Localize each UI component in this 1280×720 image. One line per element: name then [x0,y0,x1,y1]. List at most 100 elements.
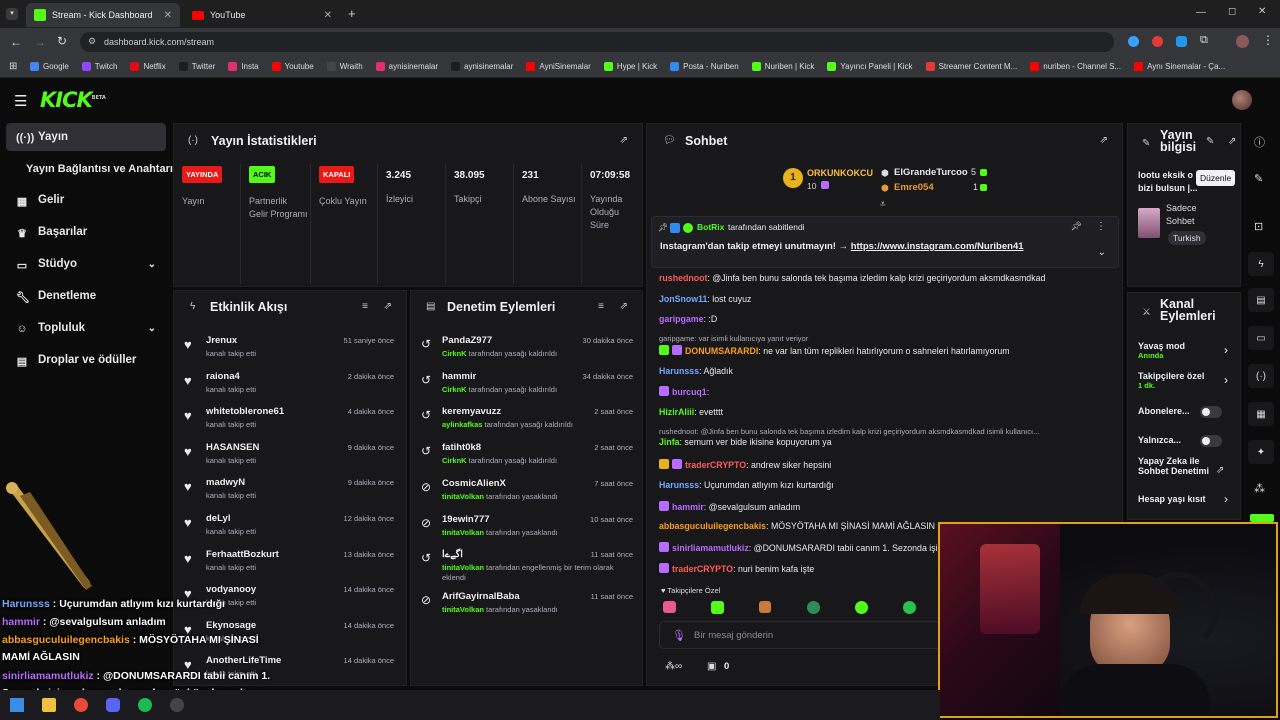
emote-icon[interactable] [663,601,676,613]
chat-username[interactable]: HizirAliii [659,407,694,417]
expand-leaderboard-icon[interactable]: ⩡ [880,199,886,210]
bookmark-item[interactable]: aynisinemalar [375,62,438,71]
activity-row[interactable]: ♥ madwyN kanalı takip etti 9 dakika önce [174,471,406,505]
top2-name[interactable]: ElGrandeTurcoo [894,167,968,178]
tab-search-icon[interactable]: ▾ [6,8,18,20]
bookmark-item[interactable]: nuriben - Channel S... [1030,62,1121,71]
bookmark-item[interactable]: Streamer Content M... [925,62,1017,71]
chat-message[interactable]: burcuq1: [659,386,709,397]
bookmark-item[interactable]: Insta [228,62,259,71]
close-tab-icon[interactable]: ✕ [324,10,332,21]
sidebar-item-stream-key[interactable]: Yayın Bağlantısı ve Anahtarı [6,155,176,183]
obs-icon[interactable] [170,698,184,712]
unpin-icon[interactable]: 📌︎ [1071,221,1082,232]
sidebar-item-denetleme[interactable]: 🔧︎ Denetleme [6,282,166,310]
chat-username[interactable]: sinirliamamutlukiz [672,543,749,553]
bookmark-item[interactable]: Twitter [178,62,215,71]
emote-icon[interactable] [807,601,820,614]
chat-message[interactable]: Harunsss: Uçurumdan atlıyım kızı kurtard… [659,480,834,490]
chat-username[interactable]: DONUMSARARDI [685,346,758,356]
followers-only-action[interactable]: Takipçilere özel 1 dk. › [1138,371,1238,390]
emote-icon[interactable] [903,601,916,614]
edit-pencil-icon[interactable]: ✎ [1254,172,1263,185]
chat-message[interactable]: rushednoot: @Jinfa ben bunu salonda tek … [659,273,1045,283]
user-avatar[interactable] [1232,90,1252,110]
bookmark-item[interactable]: Youtube [271,62,314,71]
edit-pencil-icon[interactable]: ✎ [1206,136,1214,147]
sidebar-item-droplar[interactable]: ▤ Droplar ve ödüller [6,346,166,374]
activity-row[interactable]: ♥ whitetoblerone61 kanalı takip etti 4 daki… [174,400,406,434]
category-name[interactable]: Sadece Sohbet [1166,202,1216,228]
sidebar-item-studyo[interactable]: ▭ Stüdyo ⌄ [6,250,166,278]
extension-icon[interactable] [1152,36,1163,47]
chat-username[interactable]: traderCRYPTO [672,564,733,574]
filter-icon[interactable]: ≡ [362,301,368,312]
chat-message[interactable]: garipgame: :D [659,314,717,324]
chat-message[interactable]: HizirAliii: evetttt [659,407,723,417]
hamburger-menu-icon[interactable]: ☰ [14,92,27,110]
tab-youtube[interactable]: YouTube ✕ [184,3,340,27]
extension-icon[interactable] [1176,36,1187,47]
bookmark-item[interactable]: Google [30,62,69,71]
microphone-icon[interactable]: 🎙︎ [672,629,686,642]
file-explorer-icon[interactable] [42,698,56,712]
new-tab-icon[interactable]: + [348,6,356,21]
minimize-icon[interactable]: — [1196,7,1206,18]
close-tab-icon[interactable]: ✕ [164,10,172,21]
bookmark-item[interactable]: Twitch [81,62,117,71]
leader-name[interactable]: ORKUNKOKCU [807,168,873,178]
chat-username[interactable]: JonSnow11 [659,294,707,304]
emote-icon[interactable] [759,601,771,613]
connections-icon[interactable]: ⁂ [1254,482,1265,495]
sidebar-item-gelir[interactable]: ▦ Gelir [6,186,166,214]
apps-grid-icon[interactable]: ⊞ [9,61,17,72]
popout-icon[interactable]: ⇗ [620,135,628,146]
bookmark-item[interactable]: Hype | Kick [603,62,657,71]
layout-button[interactable]: ▦ [1248,402,1274,426]
spotify-icon[interactable] [138,698,152,712]
bookmark-item[interactable]: aynisinemalar [451,62,513,71]
chat-username[interactable]: garipgame [659,314,704,324]
moderation-row[interactable]: ↺ keremyavuzz aylinkafkas tarafından yasağ… [411,400,642,434]
chat-username[interactable]: Harunsss [659,366,699,376]
broadcast-button[interactable]: (·) [1248,364,1274,388]
windows-start-icon[interactable] [10,698,24,712]
info-icon[interactable]: ⓘ [1254,134,1265,150]
back-icon[interactable]: ← [10,35,22,49]
slow-mode-action[interactable]: Yavaş mod Anında › [1138,341,1238,360]
site-info-icon[interactable]: ⚙ [88,36,96,47]
bookmark-item[interactable]: Netflix [130,62,166,71]
reload-icon[interactable]: ↻ [57,34,67,48]
emote-icon[interactable] [855,601,868,614]
bookmark-item[interactable]: Yayıncı Paneli | Kick [827,62,913,71]
chat-message[interactable]: abbasguculuilegencbakis: MÖSYÖTAHA MI Şİ… [659,521,935,531]
extensions-puzzle-icon[interactable]: ⧉ [1200,34,1208,47]
restore-icon[interactable]: ◻ [1228,6,1236,17]
bookmark-item[interactable]: Posta - Nuriben [670,62,739,71]
bookmark-item[interactable]: AyniSinemalar [526,62,591,71]
activity-row[interactable]: ♥ FerhaattBozkurt kanalı takip etti 13 daki… [174,543,406,577]
menu-kebab-icon[interactable]: ⋮ [1096,221,1106,232]
account-age-action[interactable]: Hesap yaşı kısıt › [1138,492,1238,506]
chat-username[interactable]: burcuq1 [672,387,707,397]
language-tag[interactable]: Turkish [1168,231,1206,245]
chat-message[interactable]: JonSnow11: lost cuyuz [659,294,751,304]
chat-username[interactable]: abbasguculuilegencbakis [659,521,766,531]
chat-message[interactable]: Jinfa: semum ver bide ikisine kopuyorum … [659,437,832,447]
pinned-by-user[interactable]: BotRix [697,222,724,232]
emote-icon[interactable] [711,601,724,614]
bookmark-item[interactable]: Aynı Sinemalar - Ça... [1134,62,1225,71]
moderation-row[interactable]: ↺ fatiht0k8 CirknK tarafından yasağı kaldı… [411,436,642,470]
wrench-button[interactable]: ✦ [1248,440,1274,464]
chat-username[interactable]: Harunsss [659,480,699,490]
activity-row[interactable]: ♥ raiona4 kanalı takip etti 2 dakika önce [174,365,406,399]
pinned-link[interactable]: https://www.instagram.com/Nuriben41 [851,241,1024,252]
document-button[interactable]: ▤ [1248,288,1274,312]
popout-icon[interactable]: ⇗ [384,301,392,312]
chat-username[interactable]: traderCRYPTO [685,460,746,470]
chat-message[interactable]: traderCRYPTO: nuri benim kafa işte [659,563,814,574]
activity-row[interactable]: ♥ Jrenux kanalı takip etti 51 saniye önce [174,329,406,363]
sidebar-item-yayin[interactable]: ((·)) Yayın [6,123,166,151]
crop-icon[interactable]: ⊡ [1254,220,1263,233]
activity-row[interactable]: ♥ deLyl kanalı takip etti 12 dakika önce [174,507,406,541]
